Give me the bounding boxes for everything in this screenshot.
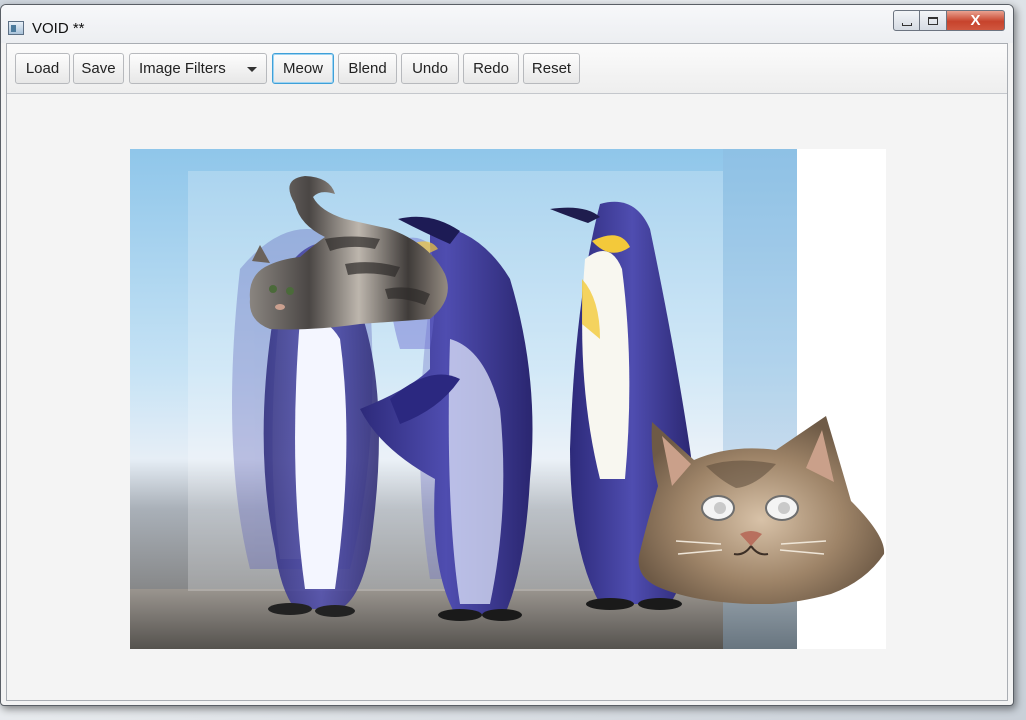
main-content: Load Save Image Filters Meow Blend Undo … (6, 43, 1008, 701)
minimize-button[interactable] (893, 10, 920, 31)
save-button[interactable]: Save (73, 53, 124, 84)
chevron-down-icon (247, 67, 257, 72)
reset-button[interactable]: Reset (523, 53, 580, 84)
close-button[interactable]: X (947, 10, 1005, 31)
minimize-icon (901, 22, 912, 26)
blend-button[interactable]: Blend (338, 53, 397, 84)
image-filters-dropdown[interactable]: Image Filters (129, 53, 267, 84)
maximize-button[interactable] (920, 10, 947, 31)
redo-button[interactable]: Redo (463, 53, 519, 84)
app-window: VOID ** X Load Save Image Filters Meow B… (0, 4, 1014, 706)
window-app-icon[interactable] (8, 21, 24, 35)
meow-button[interactable]: Meow (272, 53, 334, 84)
image-filters-label: Image Filters (139, 60, 226, 77)
cat-face-sticker[interactable] (636, 416, 888, 604)
caption-buttons: X (893, 10, 1005, 31)
image-canvas-area[interactable] (7, 94, 1007, 700)
undo-button[interactable]: Undo (401, 53, 459, 84)
title-bar[interactable]: VOID ** X (1, 5, 1013, 43)
load-button[interactable]: Load (15, 53, 70, 84)
window-title: VOID ** (32, 20, 85, 37)
maximize-icon (928, 16, 938, 25)
toolbar: Load Save Image Filters Meow Blend Undo … (7, 44, 1007, 94)
close-icon: X (970, 12, 981, 29)
